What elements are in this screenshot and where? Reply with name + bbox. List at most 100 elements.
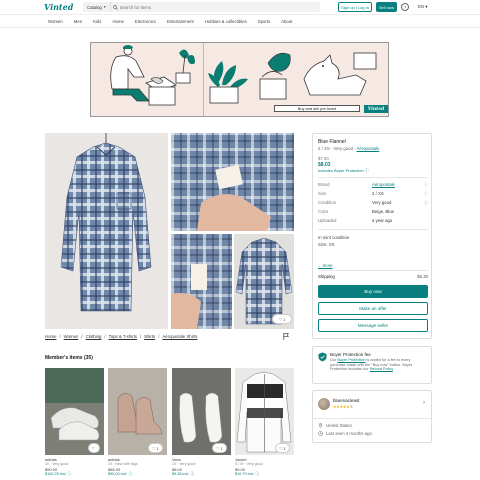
member-item-card[interactable]: ♡ 1 adidas 10 · New with tags $85.00 $95… <box>108 368 167 477</box>
banner-logo: Vinted <box>364 105 388 113</box>
favorite-count: 1 <box>283 445 286 451</box>
nav-item-sports[interactable]: Sports <box>258 19 270 24</box>
nav-item-women[interactable]: Women <box>48 19 63 24</box>
nav-item-home[interactable]: Home <box>112 19 123 24</box>
seller-name[interactable]: bluemacleast <box>333 398 360 403</box>
breadcrumb-item[interactable]: Clothing <box>86 334 102 339</box>
seller-card[interactable]: bluemacleast ★★★★★ 3 › United States Las… <box>312 390 432 443</box>
favorite-button[interactable]: ♡ 1 <box>272 314 292 324</box>
item-image[interactable]: ♡ 1 <box>235 368 294 455</box>
item-meta: 10 · Very good <box>172 462 196 466</box>
heart-icon: ♡ <box>278 316 283 322</box>
divider <box>318 177 428 178</box>
listing-photo-main[interactable] <box>45 133 168 329</box>
location-pin-icon <box>318 423 323 428</box>
jacket-photo <box>236 371 292 453</box>
buyer-protection-title: Buyer Protection fee <box>330 352 371 357</box>
detail-value[interactable]: Aéropostale <box>372 182 424 189</box>
buy-now-button[interactable]: Buy now <box>318 285 428 298</box>
breadcrumb-item[interactable]: Women <box>64 334 79 339</box>
item-image[interactable]: ♡ 1 <box>108 368 167 455</box>
favorite-button[interactable]: ♡ 1 <box>148 443 163 453</box>
chevron-right-icon[interactable]: › <box>423 400 425 406</box>
breadcrumb-separator: / <box>104 334 106 339</box>
breadcrumb-separator: / <box>81 334 83 339</box>
item-meta: 10 · Very good <box>45 462 69 466</box>
member-item-card[interactable]: ♡ adidas 10 · Very good $90.00 $100.25 i… <box>45 368 104 477</box>
listing-photo-tag[interactable] <box>171 133 294 231</box>
language-selector[interactable]: EN ▾ <box>418 4 427 10</box>
detail-value: 2 / XS <box>372 191 384 196</box>
detail-value: a year ago <box>372 218 393 223</box>
item-price-with-protection: $10.79 incl. ⓘ <box>235 472 260 476</box>
favorite-button[interactable]: ♡ <box>88 443 100 453</box>
avatar[interactable] <box>318 398 330 410</box>
info-icon[interactable]: ⓘ <box>424 191 428 198</box>
detail-label: Condition <box>318 200 337 205</box>
info-icon[interactable]: ⓘ <box>424 200 428 207</box>
item-brand-link[interactable]: Aéropostale <box>356 146 379 151</box>
search-input[interactable] <box>119 4 240 10</box>
breadcrumb-item[interactable]: Shirts <box>144 334 155 339</box>
clock-icon <box>318 431 323 436</box>
nav-item-electronics[interactable]: Electronics <box>135 19 156 24</box>
favorite-count: 1 <box>156 445 159 451</box>
breadcrumb-item[interactable]: Home <box>45 334 56 339</box>
item-price: $7.00 <box>318 156 329 161</box>
banner-cta[interactable]: Buy and sell pre-loved <box>274 105 360 112</box>
nav-item-kids[interactable]: Kids <box>93 19 101 24</box>
buyer-protection-link[interactable]: Buyer Protection <box>337 358 365 362</box>
item-image[interactable]: ♡ 1 <box>172 368 231 455</box>
sell-now-button[interactable]: Sell now <box>376 2 397 12</box>
help-icon[interactable]: ? <box>401 3 409 11</box>
nav-item-hobbies[interactable]: Hobbies & collectibles <box>205 19 247 24</box>
breadcrumb-separator: / <box>158 334 160 339</box>
signup-login-button[interactable]: Sign up | Log in <box>338 2 372 12</box>
shipping-value: $6.30 <box>417 274 428 279</box>
info-icon[interactable]: ⓘ <box>424 182 428 189</box>
refund-policy-link[interactable]: Refund Policy <box>370 367 393 371</box>
nav-item-about[interactable]: About <box>281 19 292 24</box>
member-item-card[interactable]: ♡ 1 Vans 10 · Very good $8.00 $9.38 incl… <box>172 368 231 477</box>
chevron-down-icon: ▾ <box>425 4 428 9</box>
detail-label: Brand <box>318 182 330 187</box>
favorite-button[interactable]: ♡ 1 <box>212 443 227 453</box>
catalog-dropdown[interactable]: Catalog ▾ <box>83 2 111 12</box>
breadcrumb-separator: / <box>139 334 142 339</box>
review-count: 3 <box>350 404 353 409</box>
show-more-link[interactable]: ... more <box>318 263 333 268</box>
breadcrumb-item[interactable]: Tops & T-shirts <box>109 334 137 339</box>
breadcrumb-item[interactable]: Aéropostale Shirts <box>162 334 197 339</box>
listing-photo-label[interactable] <box>171 234 232 329</box>
make-offer-button[interactable]: Make an offer <box>318 302 428 315</box>
member-item-card[interactable]: ♡ 1 Jacket S / M · Very good $9.00 $10.7… <box>235 368 294 477</box>
message-seller-button[interactable]: Message seller <box>318 319 428 332</box>
buyer-protection-note[interactable]: Includes Buyer Protection ⓘ <box>318 168 369 174</box>
tag-closeup <box>197 164 271 231</box>
favorite-count: 1 <box>283 316 286 322</box>
detail-row-condition: Condition Very good ⓘ <box>318 200 428 207</box>
seller-last-seen: Last seen 4 months ago <box>318 431 372 436</box>
detail-label: Size <box>318 191 327 196</box>
item-meta: S / M · Very good <box>235 462 263 466</box>
item-image[interactable]: ♡ <box>45 368 104 455</box>
report-flag-icon[interactable] <box>283 333 289 340</box>
divider <box>313 418 431 419</box>
favorite-count: 1 <box>220 445 223 451</box>
members-items-title: Member's items (35) <box>45 355 93 361</box>
sneaker-photo <box>50 407 100 441</box>
buyer-protection-text: Our Buyer Protection is added for a fee … <box>330 358 426 372</box>
promo-banner[interactable]: Buy and sell pre-loved Vinted <box>90 42 389 117</box>
listing-photo-hanging[interactable]: ♡ 1 <box>234 234 294 329</box>
nav-item-men[interactable]: Men <box>74 19 82 24</box>
shirt-photo <box>60 133 152 312</box>
chevron-down-icon: ▾ <box>103 5 106 9</box>
shield-icon <box>318 352 327 362</box>
vinted-logo[interactable]: Vinted <box>44 2 73 12</box>
heart-icon: ♡ <box>152 445 156 451</box>
favorite-button[interactable]: ♡ 1 <box>275 443 290 453</box>
shipping-row: Shipping $6.30 <box>318 274 428 279</box>
label-closeup <box>171 264 207 329</box>
nav-item-entertainment[interactable]: Entertainment <box>167 19 194 24</box>
search-bar: Catalog ▾ <box>83 2 320 12</box>
